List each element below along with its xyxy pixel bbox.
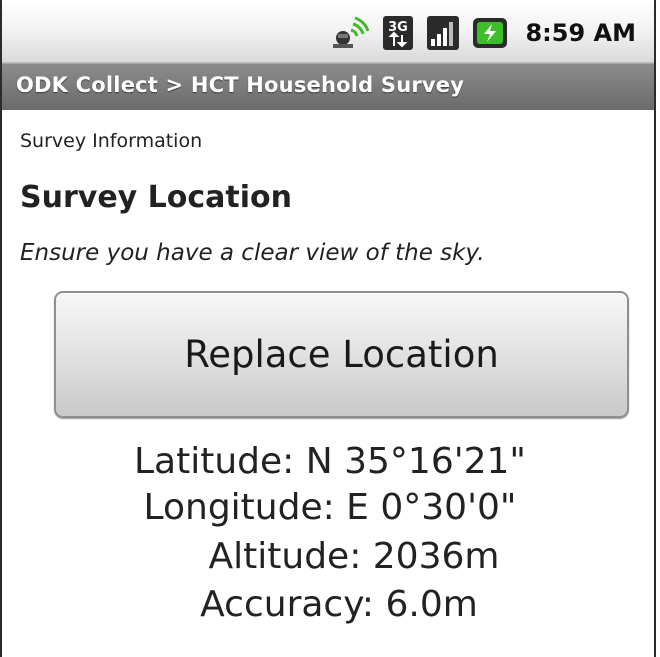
altitude-readout: Altitude: 2036m: [208, 536, 500, 577]
3g-data-icon: 3G: [383, 16, 414, 50]
question-title: Survey Location: [20, 180, 293, 215]
status-bar: 3G 8:59 AM: [2, 0, 654, 63]
network-type-label: 3G: [389, 20, 409, 35]
group-label: Survey Information: [20, 130, 203, 152]
replace-location-button[interactable]: Replace Location: [54, 291, 629, 418]
app-title: ODK Collect > HCT Household Survey: [16, 73, 465, 97]
screen: 3G 8:59 AM ODK Collect > HCT Household S…: [0, 0, 656, 657]
battery-charging-icon: [473, 18, 508, 48]
question-hint: Ensure you have a clear view of the sky.: [20, 240, 485, 266]
accuracy-readout: Accuracy: 6.0m: [200, 584, 478, 625]
latitude-readout: Latitude: N 35°16'21": [134, 441, 526, 482]
signal-strength-icon: [427, 16, 460, 50]
app-title-bar: ODK Collect > HCT Household Survey: [2, 63, 654, 110]
longitude-readout: Longitude: E 0°30'0": [143, 487, 517, 528]
status-icons: 3G 8:59 AM: [329, 16, 636, 50]
gps-satellite-icon: [333, 16, 370, 48]
status-clock: 8:59 AM: [525, 19, 636, 47]
